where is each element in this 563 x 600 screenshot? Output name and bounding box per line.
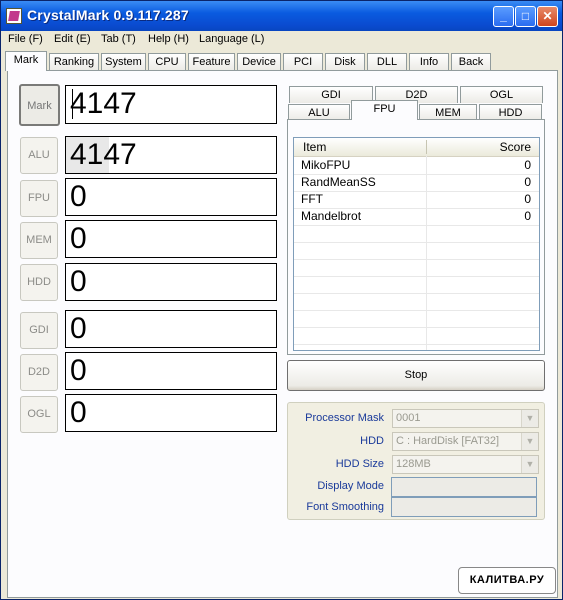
tab-ranking[interactable]: Ranking [49, 53, 99, 70]
tab-pci[interactable]: PCI [283, 53, 323, 70]
column-header-item[interactable]: Item [303, 138, 326, 156]
row-item: FFT [301, 192, 323, 206]
mark-button[interactable]: Mark [19, 84, 60, 126]
title-bar[interactable]: CrystalMark 0.9.117.287 _ □ ✕ [1, 1, 562, 31]
tab-info[interactable]: Info [409, 53, 449, 70]
column-header-score[interactable]: Score [500, 138, 531, 156]
menu-bar: File (F) Edit (E) Tab (T) Help (H) Langu… [3, 31, 560, 49]
hdd-size-value: 128MB [396, 458, 431, 470]
fpu-score: 0 [65, 178, 277, 216]
tab-alu[interactable]: ALU [288, 104, 350, 120]
crystalmark-app-icon[interactable] [6, 8, 22, 24]
gdi-score: 0 [65, 310, 277, 348]
tab-mark[interactable]: Mark [5, 51, 47, 71]
mem-button[interactable]: MEM [20, 222, 58, 259]
tab-device[interactable]: Device [237, 53, 281, 70]
menu-language[interactable]: Language (L) [199, 33, 264, 45]
display-mode-label: Display Mode [317, 480, 384, 492]
font-smoothing-field[interactable] [391, 497, 537, 517]
tab-feature[interactable]: Feature [188, 53, 235, 70]
row-item: MikoFPU [301, 158, 351, 172]
dropdown-arrow-icon[interactable]: ▼ [521, 433, 538, 450]
menu-edit[interactable]: Edit (E) [54, 33, 91, 45]
list-row-empty [294, 225, 539, 243]
list-row[interactable]: Mandelbrot 0 [294, 208, 539, 226]
hdd-size-label: HDD Size [335, 458, 384, 470]
hdd-label: HDD [360, 435, 384, 447]
tab-back[interactable]: Back [451, 53, 491, 70]
row-item: RandMeanSS [301, 175, 376, 189]
tab-mem[interactable]: MEM [419, 104, 477, 120]
maximize-button[interactable]: □ [515, 6, 536, 27]
list-row-empty [294, 293, 539, 311]
list-row[interactable]: RandMeanSS 0 [294, 174, 539, 192]
hdd-score: 0 [65, 263, 277, 301]
tab-dll[interactable]: DLL [367, 53, 407, 70]
list-row-empty [294, 276, 539, 294]
fpu-results-list[interactable]: Item Score MikoFPU 0 RandMeanSS 0 FFT 0 … [293, 137, 540, 351]
mark-score: 4147 [65, 85, 277, 124]
site-watermark-logo: КАЛИТВА.РУ [458, 567, 556, 594]
alu-button[interactable]: ALU [20, 137, 58, 174]
menu-file[interactable]: File (F) [8, 33, 43, 45]
d2d-button[interactable]: D2D [20, 354, 58, 391]
processor-mask-label: Processor Mask [305, 412, 384, 424]
list-header: Item Score [294, 138, 539, 157]
processor-mask-value: 0001 [396, 412, 421, 424]
hdd-value: C : HardDisk [FAT32] [396, 435, 500, 447]
row-score: 0 [524, 158, 531, 172]
ogl-score: 0 [65, 394, 277, 432]
mem-score: 0 [65, 220, 277, 258]
minimize-button[interactable]: _ [493, 6, 514, 27]
tab-system[interactable]: System [101, 53, 146, 70]
hdd-button[interactable]: HDD [20, 264, 58, 301]
d2d-score: 0 [65, 352, 277, 390]
window-title: CrystalMark 0.9.117.287 [27, 7, 189, 23]
close-button[interactable]: ✕ [537, 6, 558, 27]
row-score: 0 [524, 209, 531, 223]
alu-score: 4147 [65, 136, 277, 174]
stop-button[interactable]: Stop [287, 360, 545, 391]
gdi-button[interactable]: GDI [20, 312, 58, 349]
row-score: 0 [524, 192, 531, 206]
font-smoothing-label: Font Smoothing [306, 501, 384, 513]
processor-mask-select[interactable]: 0001 ▼ [392, 409, 539, 428]
tab-fpu[interactable]: FPU [351, 100, 418, 120]
hdd-select[interactable]: C : HardDisk [FAT32] ▼ [392, 432, 539, 451]
ogl-button[interactable]: OGL [20, 396, 58, 433]
tab-disk[interactable]: Disk [325, 53, 365, 70]
tab-ogl[interactable]: OGL [460, 86, 543, 103]
list-row-empty [294, 327, 539, 345]
fpu-button[interactable]: FPU [20, 180, 58, 217]
row-item: Mandelbrot [301, 209, 362, 223]
app-window: CrystalMark 0.9.117.287 _ □ ✕ File (F) E… [0, 0, 563, 600]
dropdown-arrow-icon[interactable]: ▼ [521, 410, 538, 427]
tab-hdd[interactable]: HDD [479, 104, 542, 120]
list-row[interactable]: MikoFPU 0 [294, 157, 539, 175]
menu-tab[interactable]: Tab (T) [101, 33, 136, 45]
column-divider[interactable] [426, 140, 427, 154]
list-row[interactable]: FFT 0 [294, 191, 539, 209]
list-row-empty [294, 259, 539, 277]
menu-help[interactable]: Help (H) [148, 33, 189, 45]
hdd-size-select[interactable]: 128MB ▼ [392, 455, 539, 474]
dropdown-arrow-icon[interactable]: ▼ [521, 456, 538, 473]
row-score: 0 [524, 175, 531, 189]
text-cursor [72, 89, 73, 119]
list-row-empty [294, 310, 539, 328]
tab-cpu[interactable]: CPU [148, 53, 186, 70]
list-row-empty [294, 242, 539, 260]
display-mode-field[interactable] [391, 477, 537, 497]
